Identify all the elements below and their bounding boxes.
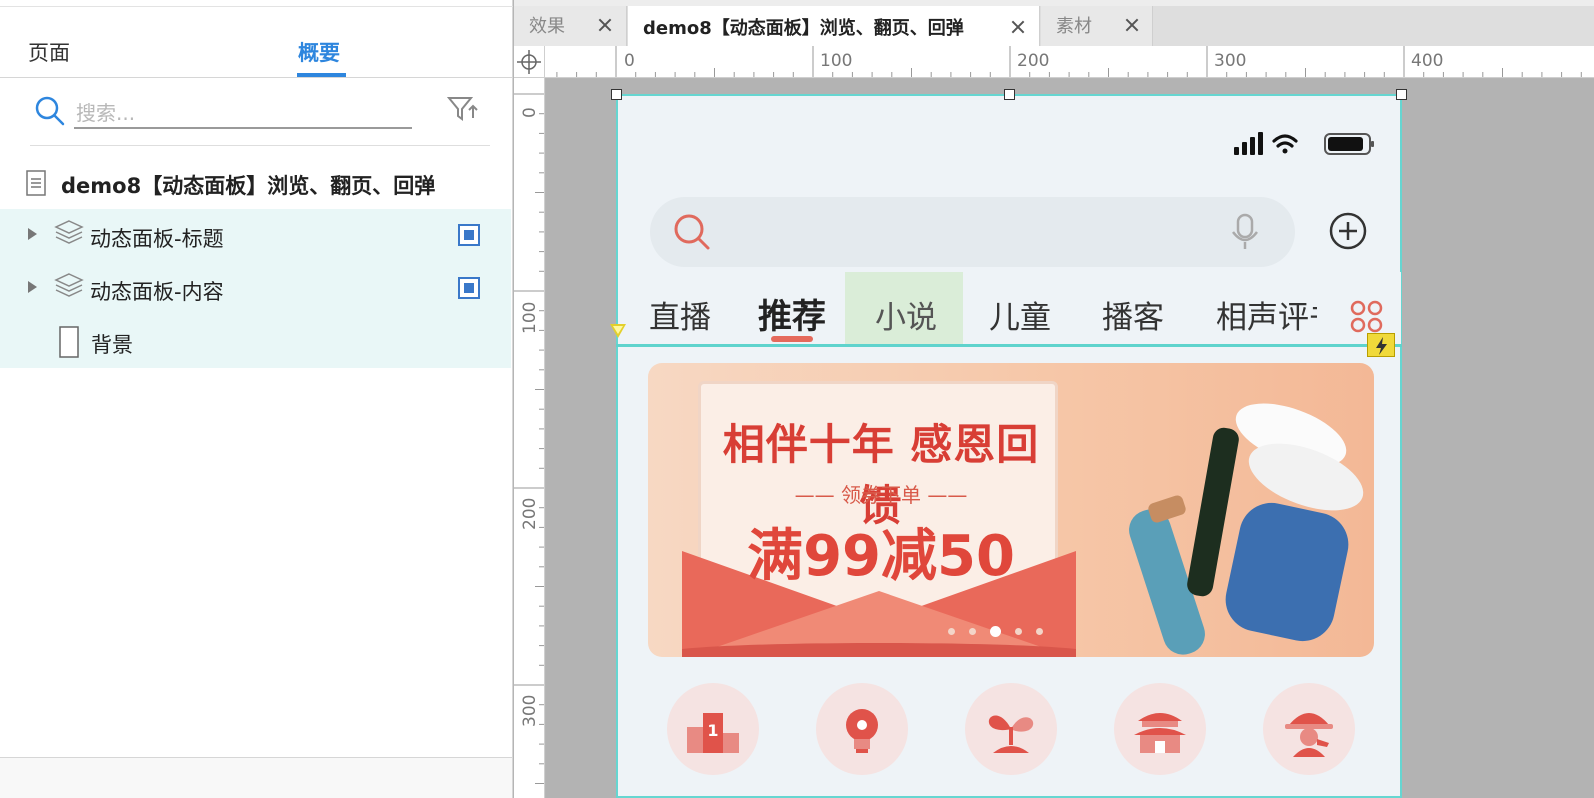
temple-icon: [1134, 713, 1186, 753]
page-icon: [26, 170, 46, 200]
ruler-label: 100: [820, 51, 853, 71]
carousel-dot[interactable]: [948, 628, 955, 635]
carousel-dot[interactable]: [1036, 628, 1043, 635]
resize-handle-top-right[interactable]: [1396, 89, 1407, 100]
active-nav-indicator: [771, 336, 813, 342]
category-nav: 直播 推荐 小说 儿童 播客 相声评书: [617, 272, 1401, 344]
product-image: [1129, 403, 1364, 655]
search-icon: [672, 212, 712, 256]
ruler-label: 200: [520, 497, 540, 530]
search-icon: [34, 95, 66, 131]
resize-handle-top-left[interactable]: [611, 89, 622, 100]
ruler-label: 0: [624, 51, 635, 71]
tree-item-label: 动态面板-内容: [90, 280, 224, 304]
resize-handle-top-center[interactable]: [1004, 89, 1015, 100]
tab-outline[interactable]: 概要: [298, 37, 340, 67]
carousel-dot-active[interactable]: [990, 626, 1001, 637]
nav-tab-kids[interactable]: 儿童: [989, 292, 1051, 337]
document-tabbar: 效果 demo8【动态面板】浏览、翻页、回弹 素材: [514, 0, 1594, 48]
detective-icon: [1285, 713, 1333, 757]
doc-tab-demo8[interactable]: demo8【动态面板】浏览、翻页、回弹: [628, 6, 1040, 48]
doc-tab-label: demo8【动态面板】浏览、翻页、回弹: [643, 18, 964, 39]
nav-tab-podcast[interactable]: 播客: [1102, 292, 1164, 337]
search-input[interactable]: [74, 99, 412, 129]
tree-row-dynamic-panel-content[interactable]: 动态面板-内容: [0, 262, 511, 315]
outline-panel: 页面 概要 demo8【动态面板】浏览、翻页、回弹 动态面板-标题: [0, 0, 513, 798]
status-bar: [1234, 130, 1374, 162]
svg-text:1: 1: [707, 721, 718, 740]
page-title: demo8【动态面板】浏览、翻页、回弹: [61, 174, 436, 198]
tree-row-background[interactable]: 背景: [0, 315, 511, 368]
category-detective[interactable]: [1263, 683, 1355, 775]
ruler-label: 100: [520, 301, 540, 334]
ruler-label: 200: [1017, 51, 1050, 71]
layers-icon: [54, 219, 84, 251]
promo-banner[interactable]: 相伴十年 感恩回馈 —— 领券下单 —— 满99减50: [648, 363, 1374, 657]
close-icon[interactable]: [597, 17, 613, 33]
filter-icon[interactable]: [446, 94, 478, 128]
tab-pages[interactable]: 页面: [28, 37, 70, 67]
outline-search: [30, 88, 490, 146]
panel-boundary: [616, 344, 1402, 347]
ruler-label: 400: [1411, 51, 1444, 71]
banner-offer: 满99减50: [747, 524, 1015, 589]
nav-tab-recommend[interactable]: 推荐: [758, 289, 826, 338]
nav-tab-novel[interactable]: 小说: [875, 292, 937, 337]
doc-tab-label: 素材: [1056, 16, 1092, 37]
doc-tab-label: 效果: [529, 16, 565, 37]
category-sprout[interactable]: [965, 683, 1057, 775]
visibility-toggle[interactable]: [458, 277, 480, 299]
horizontal-ruler[interactable]: 0 100 200 300 400: [514, 46, 1594, 78]
microphone-icon[interactable]: [1230, 212, 1260, 256]
nav-tab-live[interactable]: 直播: [649, 292, 711, 337]
vertical-ruler[interactable]: 0 100 200 300: [514, 78, 545, 798]
ruler-origin[interactable]: [514, 46, 545, 78]
tree-item-label: 动态面板-标题: [90, 227, 224, 251]
wifi-icon: [1272, 134, 1298, 154]
banner-subtitle: —— 领券下单 ——: [794, 483, 968, 507]
panel-tabs: 页面 概要: [0, 6, 513, 78]
active-tab-indicator: [297, 73, 346, 77]
layers-icon: [54, 272, 84, 304]
signal-icon: [1234, 132, 1263, 155]
ruler-label: 300: [520, 694, 540, 727]
doc-tab-preview[interactable]: 效果: [514, 6, 627, 46]
add-circle-icon[interactable]: [1328, 211, 1368, 255]
category-lightbulb[interactable]: [816, 683, 908, 775]
close-icon[interactable]: [1124, 17, 1140, 33]
lightbulb-icon: [846, 709, 878, 753]
category-temple[interactable]: [1114, 683, 1206, 775]
ruler-label: 300: [1214, 51, 1247, 71]
tree-row-dynamic-panel-title[interactable]: 动态面板-标题: [0, 209, 511, 262]
tree-row-page[interactable]: demo8【动态面板】浏览、翻页、回弹: [0, 156, 511, 209]
expand-caret-icon[interactable]: [28, 228, 37, 240]
carousel-indicator: [948, 621, 1057, 640]
ruler-label: 0: [520, 107, 540, 118]
rectangle-icon: [59, 326, 79, 362]
tree-item-label: 背景: [91, 333, 133, 357]
sprout-icon: [988, 715, 1034, 753]
podium-icon: 1: [687, 713, 739, 753]
visibility-toggle[interactable]: [458, 224, 480, 246]
close-icon[interactable]: [1010, 19, 1026, 35]
crosshair-icon: [517, 50, 541, 74]
battery-icon: [1324, 133, 1374, 155]
anchor-marker-icon[interactable]: [610, 324, 626, 338]
carousel-dot[interactable]: [969, 628, 976, 635]
doc-tab-assets[interactable]: 素材: [1041, 6, 1153, 46]
category-podium[interactable]: 1: [667, 683, 759, 775]
app-search-bar[interactable]: [650, 197, 1295, 267]
carousel-dot[interactable]: [1015, 628, 1022, 635]
interaction-lightning-icon[interactable]: [1367, 333, 1395, 357]
expand-caret-icon[interactable]: [28, 281, 37, 293]
panel-footer: [0, 757, 512, 798]
